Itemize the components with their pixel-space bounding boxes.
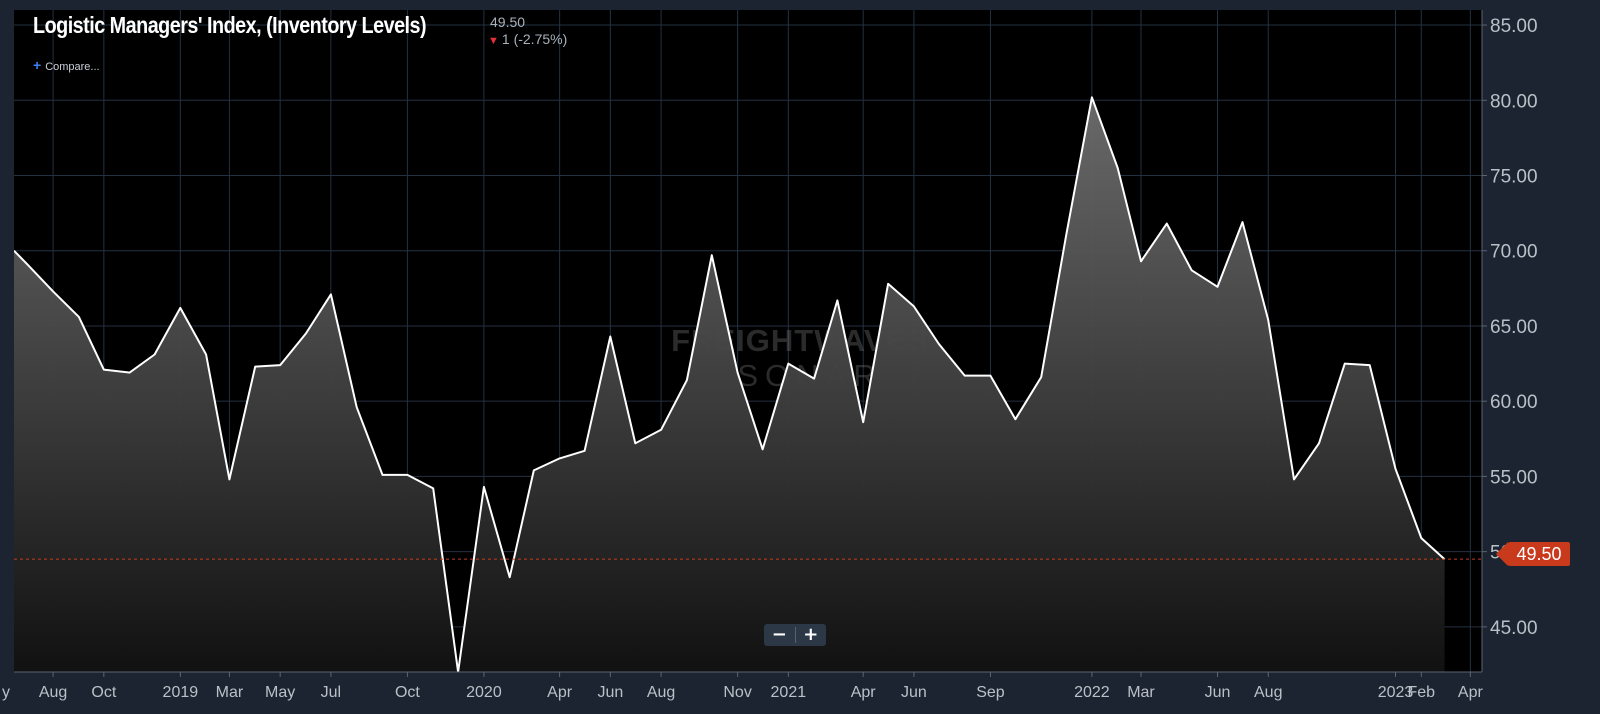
x-tick-label: Feb (1407, 684, 1435, 701)
x-tick-label: y (2, 684, 10, 701)
x-tick-label: Apr (851, 684, 877, 701)
x-tick-label: Oct (91, 684, 116, 701)
x-tick-label: Jun (1205, 684, 1231, 701)
x-tick-label: Mar (1127, 684, 1155, 701)
x-tick-label: Jun (597, 684, 623, 701)
x-tick-label: May (265, 684, 295, 701)
chart-title: Logistic Managers' Index, (Inventory Lev… (33, 12, 427, 38)
x-tick-label: Jul (321, 684, 341, 701)
zoom-in-button[interactable]: + (796, 624, 827, 646)
y-tick-label: 55.00 (1490, 467, 1538, 488)
x-tick-label: 2019 (163, 684, 199, 701)
compare-button[interactable]: + Compare... (33, 57, 100, 73)
y-tick-label: 65.00 (1490, 317, 1538, 338)
x-tick-label: Oct (395, 684, 420, 701)
x-tick-label: Aug (39, 684, 67, 701)
zoom-out-button[interactable]: − (764, 624, 795, 646)
last-value-label: 49.50 (490, 14, 526, 30)
y-tick-label: 85.00 (1490, 16, 1538, 37)
x-tick-label: Apr (1458, 684, 1484, 701)
y-tick-label: 70.00 (1490, 242, 1538, 263)
x-tick-label: Apr (547, 684, 573, 701)
x-tick-label: Jun (901, 684, 927, 701)
x-tick-label: Mar (216, 684, 244, 701)
x-tick-label: Sep (976, 684, 1005, 701)
last-value-badge: 49.50 (1496, 542, 1570, 566)
y-tick-label: 45.00 (1490, 618, 1538, 639)
change-label: 1 (-2.75%) (501, 31, 568, 47)
x-tick-label: 2020 (466, 684, 502, 701)
x-tick-label: 2021 (771, 684, 807, 701)
x-axis-ticks: y Aug Oct 2019 Mar May Jul Oct 2020 Apr Jun Aug Nov 2… (2, 672, 1483, 701)
x-tick-label: 2022 (1074, 684, 1110, 701)
x-tick-label: Nov (723, 684, 751, 701)
y-tick-label: 80.00 (1490, 91, 1538, 112)
chart-window: FREIGHTWAVES SONAR 45.0050.0055.0060.006… (0, 0, 1600, 714)
zoom-control: − + (764, 624, 826, 646)
x-tick-label: Aug (1254, 684, 1282, 701)
down-arrow-icon: ▼ (488, 35, 499, 47)
y-tick-label: 75.00 (1490, 167, 1538, 188)
x-tick-label: Aug (647, 684, 675, 701)
compare-label: Compare... (45, 61, 100, 73)
chart-canvas[interactable]: FREIGHTWAVES SONAR 45.0050.0055.0060.006… (0, 0, 1600, 714)
y-tick-label: 60.00 (1490, 392, 1538, 413)
change-indicator: ▼ 1 (-2.75%) (488, 31, 567, 47)
plus-icon: + (33, 57, 42, 73)
